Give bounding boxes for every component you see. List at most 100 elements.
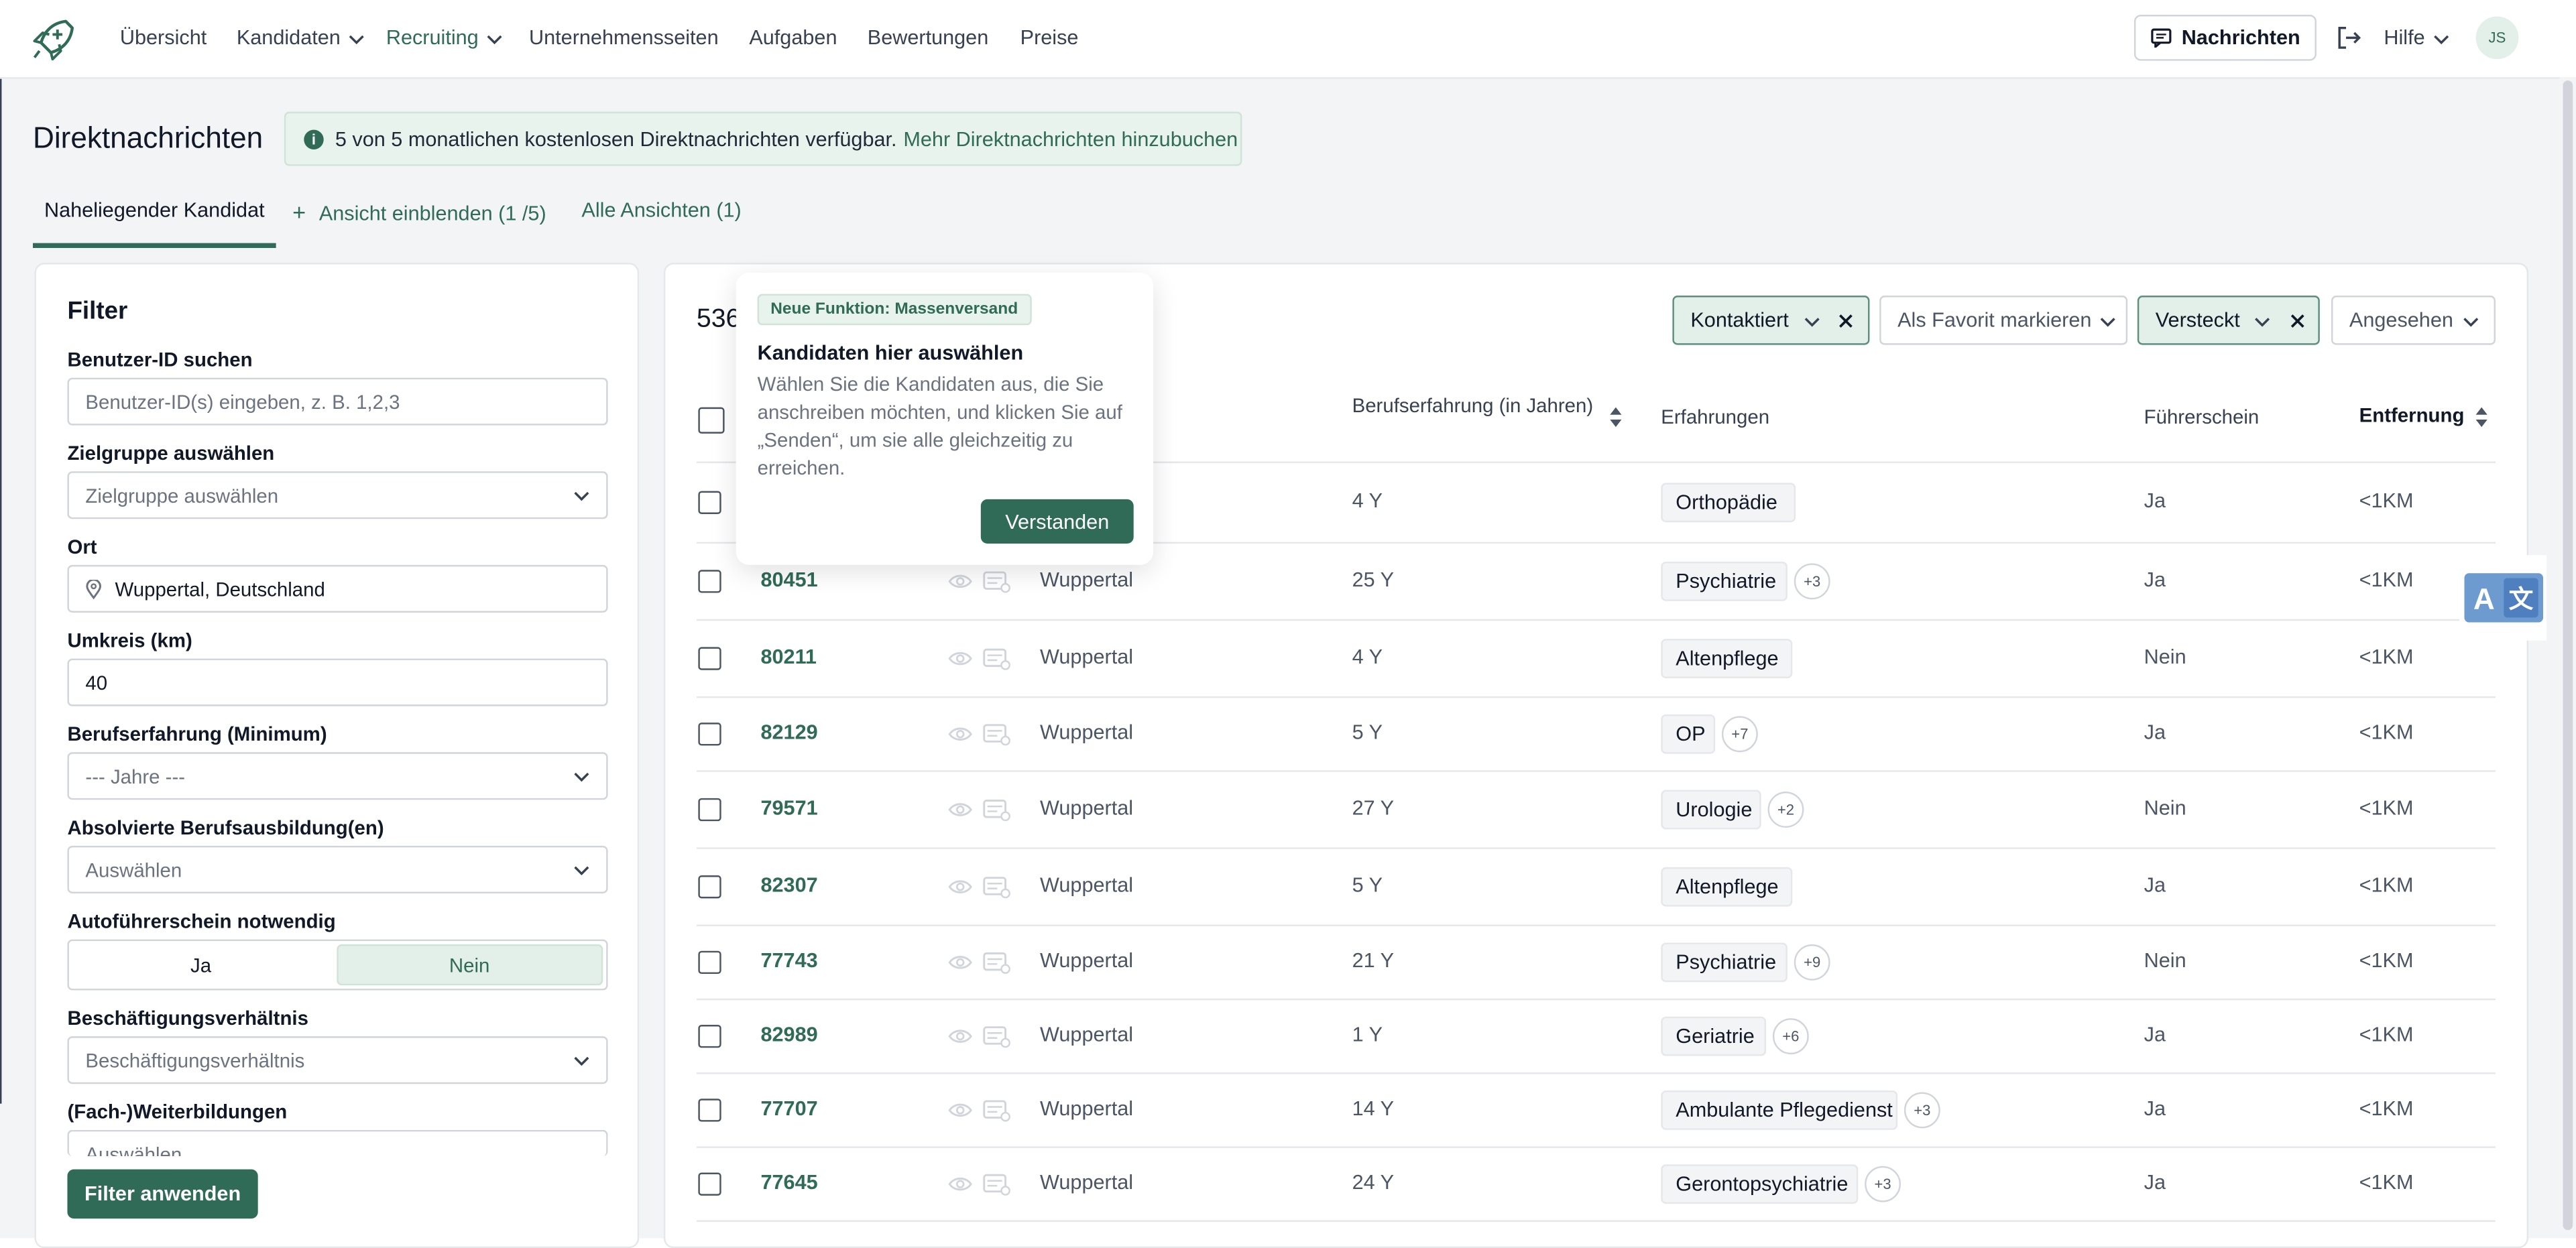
candidate-id-link[interactable]: 82989 [760, 1022, 817, 1045]
hide-eye-icon[interactable] [948, 1098, 1014, 1121]
close-icon[interactable] [1838, 314, 1853, 328]
more-skills-badge[interactable]: +7 [1721, 715, 1758, 752]
row-checkbox[interactable] [698, 491, 721, 514]
row-divider [696, 924, 2496, 926]
license-yes-option[interactable]: Ja [69, 941, 333, 989]
page-scrollbar[interactable] [2559, 77, 2576, 1239]
location-input[interactable]: Wuppertal, Deutschland [67, 564, 608, 613]
messages-button[interactable]: Nachrichten [2133, 15, 2317, 61]
chip-viewed[interactable]: Angesehen [2331, 296, 2496, 345]
experience-value: --- Jahre --- [85, 764, 186, 788]
chevron-down-icon [574, 1056, 589, 1066]
row-checkbox[interactable] [698, 1098, 721, 1121]
candidate-id-link[interactable]: 77645 [760, 1170, 817, 1193]
user-id-input[interactable]: Benutzer-ID(s) eingeben, z. B. 1,2,3 [67, 377, 608, 426]
nav-prices[interactable]: Preise [1020, 26, 1079, 49]
close-icon[interactable] [2290, 314, 2305, 328]
help-menu[interactable]: Hilfe [2384, 26, 2449, 50]
select-all-checkbox[interactable] [698, 407, 725, 434]
candidate-id-link[interactable]: 77707 [760, 1097, 817, 1119]
row-checkbox[interactable] [698, 797, 721, 820]
sort-icon[interactable] [1608, 405, 1623, 428]
chevron-down-icon [574, 772, 589, 782]
hide-eye-icon[interactable] [948, 1172, 1014, 1195]
chevron-down-icon [2434, 34, 2449, 44]
hide-eye-icon[interactable] [948, 875, 1014, 898]
license-no-option[interactable]: Nein [336, 944, 603, 986]
more-skills-badge[interactable]: +3 [1794, 562, 1830, 599]
logout-icon[interactable] [2336, 25, 2362, 51]
row-action-icons [948, 875, 1014, 898]
hide-eye-icon[interactable] [948, 950, 1014, 973]
more-skills-badge[interactable]: +9 [1794, 943, 1830, 980]
row-checkbox[interactable] [698, 569, 721, 592]
target-group-select[interactable]: Zielgruppe auswählen [67, 471, 608, 519]
employment-select[interactable]: Beschäftigungsverhältnis [67, 1036, 608, 1084]
radius-input[interactable]: 40 [67, 658, 608, 706]
row-checkbox[interactable] [698, 721, 721, 745]
more-skills-badge[interactable]: +6 [1772, 1017, 1809, 1054]
nav-tasks[interactable]: Aufgaben [749, 26, 837, 49]
more-skills-badge[interactable]: +2 [1767, 790, 1804, 827]
hide-eye-icon[interactable] [948, 1024, 1014, 1048]
experience-select[interactable]: --- Jahre --- [67, 752, 608, 800]
further-training-select[interactable]: Auswählen [67, 1129, 608, 1157]
experience-years-cell: 25 Y [1352, 567, 1395, 590]
hide-eye-icon[interactable] [948, 646, 1014, 670]
nav-overview[interactable]: Übersicht [120, 26, 207, 49]
chip-favorite[interactable]: Als Favorit markieren [1879, 296, 2128, 345]
more-skills-badge[interactable]: +3 [1904, 1091, 1940, 1128]
distance-cell: <1KM [2359, 1170, 2414, 1194]
tab-all-views[interactable]: Alle Ansichten (1) [581, 198, 741, 221]
row-action-icons [948, 1098, 1014, 1121]
row-divider [696, 619, 2496, 621]
hide-eye-icon[interactable] [948, 569, 1014, 592]
info-text: 5 von 5 monatlichen kostenlosen Direktna… [335, 127, 897, 151]
hide-eye-icon[interactable] [948, 798, 1014, 820]
header-skills[interactable]: Erfahrungen [1661, 405, 1769, 428]
avatar[interactable]: JS [2475, 16, 2519, 60]
scrollbar-thumb[interactable] [2563, 80, 2573, 1231]
feature-popover: Neue Funktion: Massenversand Kandidaten … [736, 272, 1154, 565]
apply-filter-button[interactable]: Filter anwenden [67, 1169, 258, 1219]
nav-candidates[interactable]: Kandidaten [237, 26, 365, 50]
row-action-icons [948, 798, 1014, 820]
nav-reviews[interactable]: Bewertungen [868, 26, 989, 49]
sort-icon[interactable] [2474, 405, 2489, 428]
city-cell: Wuppertal [1040, 796, 1134, 819]
candidate-id-link[interactable]: 80211 [760, 645, 817, 668]
rocket-logo-icon[interactable] [30, 15, 79, 64]
nav-company-pages[interactable]: Unternehmensseiten [529, 26, 719, 49]
row-checkbox[interactable] [698, 1172, 721, 1195]
filter-panel: Filter Benutzer-ID suchen Benutzer-ID(s)… [34, 263, 640, 1248]
row-checkbox[interactable] [698, 950, 721, 973]
chip-hidden[interactable]: Versteckt [2137, 296, 2320, 345]
location-label: Ort [67, 535, 97, 559]
popover-text: Wählen Sie die Kandidaten aus, die Sie a… [757, 373, 1122, 480]
row-divider [696, 847, 2496, 849]
nav-recruiting[interactable]: Recruiting [386, 26, 504, 50]
row-checkbox[interactable] [698, 874, 721, 898]
candidate-id-link[interactable]: 79571 [760, 796, 817, 818]
employment-label: Beschäftigungsverhältnis [67, 1007, 308, 1030]
understood-button[interactable]: Verstanden [980, 499, 1134, 544]
header-experience[interactable]: Berufserfahrung (in Jahren) [1352, 393, 1599, 419]
candidate-id-link[interactable]: 77743 [760, 948, 817, 971]
tab-add-view[interactable]: + Ansicht einblenden (1 /5) [292, 198, 546, 225]
row-checkbox[interactable] [698, 646, 721, 670]
translate-widget[interactable]: A 文 [2459, 555, 2546, 641]
skill-tag: OP [1661, 713, 1716, 753]
hide-eye-icon[interactable] [948, 722, 1014, 745]
chip-contacted[interactable]: Kontaktiert [1672, 296, 1870, 345]
candidate-id-link[interactable]: 82307 [760, 873, 817, 895]
row-checkbox[interactable] [698, 1023, 721, 1048]
left-edge [0, 77, 2, 1104]
header-license[interactable]: Führerschein [2144, 405, 2260, 428]
tab-nearby-candidate[interactable]: Naheliegender Kandidat [33, 198, 276, 248]
more-skills-badge[interactable]: +3 [1865, 1165, 1901, 1202]
add-messages-link[interactable]: Mehr Direktnachrichten hinzubuchen [903, 127, 1238, 150]
training-select[interactable]: Auswählen [67, 845, 608, 893]
candidate-id-link[interactable]: 82129 [760, 720, 817, 743]
candidate-id-link[interactable]: 80451 [760, 568, 817, 590]
header-distance[interactable]: Entfernung [2359, 404, 2465, 427]
